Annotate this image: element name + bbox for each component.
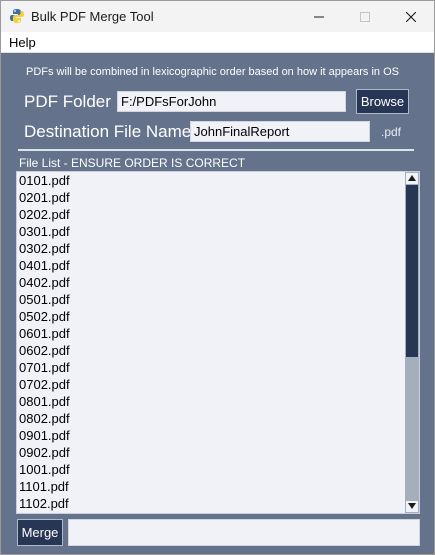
file-list-item[interactable]: 1001.pdf [19, 461, 70, 478]
close-icon [406, 11, 416, 22]
file-list-item[interactable]: 0701.pdf [19, 359, 70, 376]
file-list-item[interactable]: 0802.pdf [19, 410, 70, 427]
pdf-folder-label: PDF Folder [24, 92, 111, 111]
file-listbox[interactable]: 0101.pdf 0201.pdf 0202.pdf 0301.pdf 0302.pdf… [16, 171, 420, 514]
merge-button[interactable]: Merge [17, 519, 63, 546]
maximize-icon [360, 11, 370, 22]
scroll-thumb[interactable] [406, 185, 418, 357]
destination-file-label: Destination File Name [24, 122, 192, 141]
scroll-up-button[interactable] [406, 173, 418, 184]
title-bar[interactable]: Bulk PDF Merge Tool [1, 1, 434, 32]
file-list-item[interactable]: 0901.pdf [19, 427, 70, 444]
order-info-text: PDFs will be combined in lexicographic o… [26, 66, 399, 78]
pdf-extension-label: .pdf [381, 125, 402, 139]
menu-bar: Help [1, 32, 434, 53]
file-list-item[interactable]: 0401.pdf [19, 257, 70, 274]
app-window: Bulk PDF Merge Tool Help PDFs will be co… [0, 0, 435, 555]
file-list-item[interactable]: 0201.pdf [19, 189, 70, 206]
file-list-label: File List - ENSURE ORDER IS CORRECT [19, 156, 246, 170]
maximize-button[interactable] [342, 1, 388, 32]
status-field [68, 519, 420, 546]
file-list: 0101.pdf 0201.pdf 0202.pdf 0301.pdf 0302.pdf… [19, 172, 70, 512]
file-list-item[interactable]: 0502.pdf [19, 308, 70, 325]
file-list-item[interactable]: 0501.pdf [19, 291, 70, 308]
browse-button[interactable]: Browse [356, 89, 409, 114]
arrow-down-icon [408, 503, 416, 509]
file-list-item[interactable]: 0301.pdf [19, 223, 70, 240]
file-list-item[interactable]: 0601.pdf [19, 325, 70, 342]
file-list-item[interactable]: 0702.pdf [19, 376, 70, 393]
file-list-item[interactable]: 0402.pdf [19, 274, 70, 291]
pdf-folder-input[interactable]: F:/PDFsForJohn [117, 91, 346, 112]
close-button[interactable] [388, 1, 434, 32]
python-icon [10, 9, 24, 23]
minimize-icon [314, 16, 324, 17]
scroll-down-button[interactable] [406, 501, 418, 512]
file-list-item[interactable]: 0602.pdf [19, 342, 70, 359]
file-list-item[interactable]: 0202.pdf [19, 206, 70, 223]
file-list-scrollbar[interactable] [405, 172, 419, 513]
destination-file-input[interactable]: JohnFinalReport [190, 121, 370, 142]
window-title: Bulk PDF Merge Tool [31, 9, 154, 24]
file-list-item[interactable]: 0101.pdf [19, 172, 70, 189]
file-list-item[interactable]: 1101.pdf [19, 478, 70, 495]
file-list-item[interactable]: 0902.pdf [19, 444, 70, 461]
file-list-item[interactable]: 0302.pdf [19, 240, 70, 257]
file-list-item[interactable]: 1102.pdf [19, 495, 70, 512]
minimize-button[interactable] [296, 1, 342, 32]
file-list-item[interactable]: 0801.pdf [19, 393, 70, 410]
separator [18, 149, 414, 151]
arrow-up-icon [408, 175, 416, 181]
menu-help[interactable]: Help [9, 35, 36, 50]
